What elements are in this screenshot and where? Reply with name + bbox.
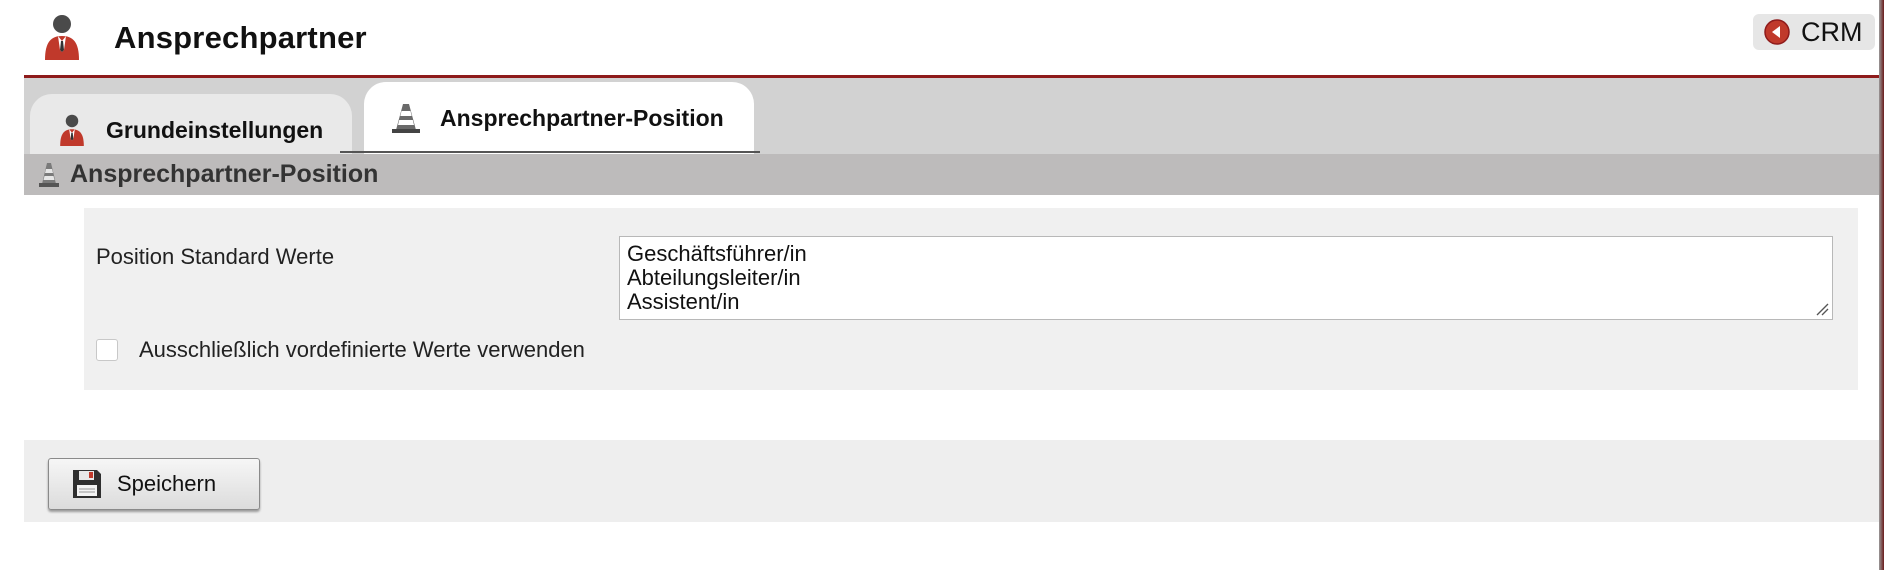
predefined-only-label[interactable]: Ausschließlich vordefinierte Werte verwe… [139,337,585,363]
textarea-line: Assistent/in [627,289,740,314]
contact-person-icon [45,15,79,60]
contact-person-icon [60,114,84,146]
textarea-line: Geschäftsführer/in [627,241,807,266]
textarea-line: Abteilungsleiter/in [627,265,801,290]
predefined-only-checkbox[interactable] [96,339,118,361]
resize-grip-icon[interactable] [1815,302,1829,316]
crm-button[interactable]: CRM [1753,14,1875,50]
tab-label: Ansprechpartner-Position [440,104,724,131]
active-tab-underline [340,151,760,153]
page-header: Ansprechpartner CRM [24,0,1884,78]
floppy-disk-icon [73,470,101,498]
traffic-cone-icon [392,104,420,133]
tab-bar: Grundeinstellungen Ansprechpartner-Posit… [24,78,1884,154]
traffic-cone-icon [39,162,59,187]
form-panel: Position Standard Werte Geschäftsführer/… [84,208,1858,390]
footer-bar: Speichern [24,440,1884,522]
window-edge [1879,0,1884,570]
position-defaults-label: Position Standard Werte [96,244,335,269]
page-title: Ansprechpartner [114,20,367,55]
tab-grundeinstellungen[interactable]: Grundeinstellungen [30,94,352,154]
section-header: Ansprechpartner-Position [24,154,1884,195]
save-button-label: Speichern [117,471,217,496]
section-title: Ansprechpartner-Position [70,160,379,188]
save-button[interactable]: Speichern [48,458,260,510]
tab-label: Grundeinstellungen [106,116,324,143]
crm-button-label: CRM [1801,16,1863,47]
position-defaults-textarea[interactable]: Geschäftsführer/in Abteilungsleiter/in A… [619,236,1833,320]
crm-back-icon [1764,19,1790,45]
tab-ansprechpartner-position[interactable]: Ansprechpartner-Position [364,82,754,154]
